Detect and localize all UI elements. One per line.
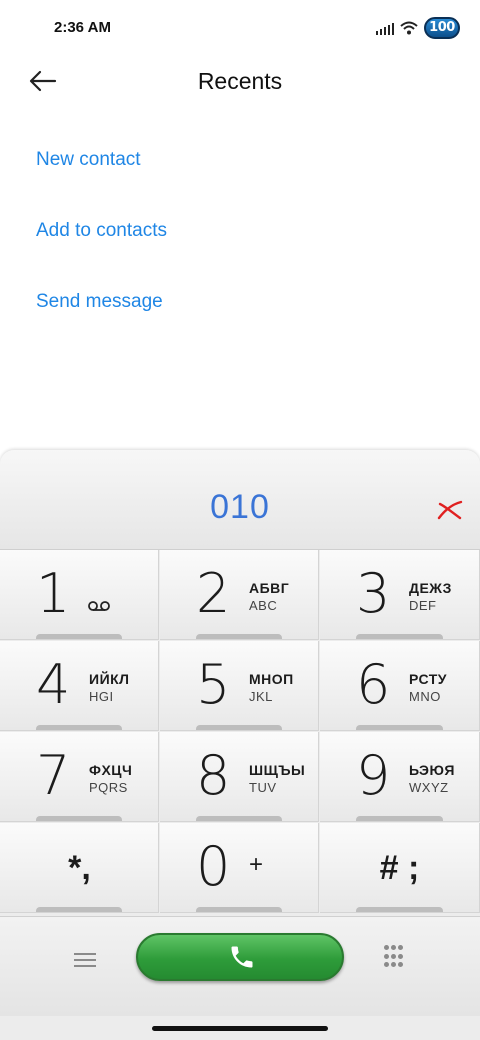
- key-9[interactable]: 9 ЬЭЮЯ WXYZ: [320, 732, 480, 822]
- key-latin: JKL: [249, 689, 273, 704]
- delete-button[interactable]: [436, 498, 464, 522]
- status-icons: 100: [376, 16, 460, 40]
- key-cyrillic: ЬЭЮЯ: [409, 762, 455, 778]
- phone-icon: [231, 946, 253, 968]
- key-digit: 7: [36, 744, 71, 807]
- key-cyrillic: ДЕЖЗ: [409, 580, 452, 596]
- key-0[interactable]: 0 +: [160, 823, 319, 913]
- key-digit: 5: [196, 653, 231, 716]
- key-cyrillic: ШЩЪЫ: [249, 762, 306, 778]
- key-digit: 0: [196, 835, 231, 898]
- key-latin: HGI: [89, 689, 114, 704]
- menu-button[interactable]: [74, 949, 96, 969]
- send-message-link[interactable]: Send message: [36, 272, 167, 343]
- new-contact-link[interactable]: New contact: [36, 130, 167, 201]
- key-digit: 4: [36, 653, 71, 716]
- call-button[interactable]: [136, 933, 344, 981]
- key-4[interactable]: 4 ИЙКЛ HGI: [0, 641, 159, 731]
- dialer-bottom-bar: [0, 916, 480, 1016]
- backspace-x-icon: [437, 500, 463, 520]
- key-5[interactable]: 5 МНОП JKL: [160, 641, 319, 731]
- status-time: 2:36 AM: [54, 19, 111, 36]
- dialed-number: 010: [210, 488, 270, 526]
- voicemail-icon: [88, 601, 110, 611]
- battery-icon: 100: [424, 17, 460, 39]
- wifi-icon: [400, 21, 418, 35]
- key-latin: TUV: [249, 780, 277, 795]
- key-digit: 2: [196, 562, 231, 625]
- key-hash-symbol: # ;: [379, 849, 420, 887]
- key-7[interactable]: 7 ФХЦЧ PQRS: [0, 732, 159, 822]
- key-star-symbol: *,: [68, 849, 91, 887]
- add-to-contacts-link[interactable]: Add to contacts: [36, 201, 167, 272]
- key-latin: PQRS: [89, 780, 128, 795]
- key-latin: WXYZ: [409, 780, 449, 795]
- key-digit: 3: [356, 562, 391, 625]
- menu-icon: [74, 953, 96, 967]
- actions-list: New contact Add to contacts Send message: [36, 130, 167, 343]
- dialpad-toggle-button[interactable]: [384, 945, 406, 969]
- key-cyrillic: ФХЦЧ: [89, 762, 133, 778]
- key-star[interactable]: *,: [0, 823, 159, 913]
- home-indicator: [152, 1026, 328, 1031]
- key-hash[interactable]: # ;: [320, 823, 480, 913]
- page-title: Recents: [197, 68, 283, 94]
- key-cyrillic: РСТУ: [409, 671, 448, 687]
- key-latin: MNO: [409, 689, 441, 704]
- key-latin: DEF: [409, 598, 437, 613]
- key-digit: 1: [36, 562, 71, 625]
- key-digit: 6: [356, 653, 391, 716]
- key-cyrillic: МНОП: [249, 671, 294, 687]
- key-plus: +: [249, 851, 264, 878]
- header: Recents: [0, 56, 480, 108]
- key-6[interactable]: 6 РСТУ MNO: [320, 641, 480, 731]
- key-cyrillic: АБВГ: [249, 580, 290, 596]
- key-cyrillic: ИЙКЛ: [89, 671, 130, 687]
- key-1[interactable]: 1: [0, 550, 159, 640]
- key-2[interactable]: 2 АБВГ ABC: [160, 550, 319, 640]
- key-latin: ABC: [249, 598, 278, 613]
- number-display: 010: [0, 450, 480, 550]
- key-3[interactable]: 3 ДЕЖЗ DEF: [320, 550, 480, 640]
- signal-icon: [376, 22, 394, 35]
- dialer-panel: 010 1 2 АБВГ ABC 3 ДЕЖЗ DEF 4 ИЙКЛ HGI 5…: [0, 450, 480, 1040]
- status-bar: 2:36 AM 100: [0, 0, 480, 56]
- key-digit: 9: [356, 744, 391, 807]
- dialpad-icon: [384, 945, 389, 950]
- key-digit: 8: [196, 744, 231, 807]
- key-8[interactable]: 8 ШЩЪЫ TUV: [160, 732, 319, 822]
